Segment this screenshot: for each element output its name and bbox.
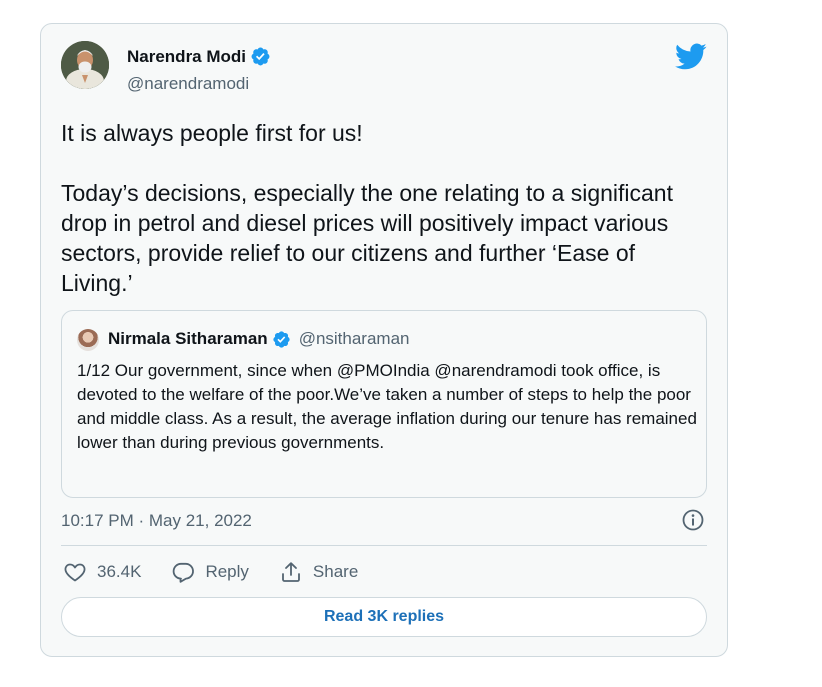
quoted-tweet[interactable]: Nirmala Sitharaman @nsitharaman 1/12 Our… [61, 310, 707, 498]
tweet-timestamp[interactable]: 10:17 PM · May 21, 2022 [61, 511, 252, 531]
quoted-author-avatar [77, 329, 99, 351]
tweet-embed-card[interactable]: Narendra Modi @narendramodi It is always… [40, 23, 728, 657]
like-button[interactable]: 36.4K [63, 560, 141, 584]
share-label: Share [312, 562, 359, 581]
heart-icon [64, 563, 86, 582]
read-replies-label: Read 3K replies [323, 608, 445, 625]
author-avatar[interactable] [61, 41, 109, 89]
quoted-tweet-text: 1/12 Our government, since when @PMOIndi… [77, 361, 697, 452]
divider [61, 545, 707, 546]
share-button[interactable]: Share [279, 560, 358, 584]
verified-badge-icon [251, 47, 270, 66]
action-bar: 36.4K Reply Share [63, 560, 388, 584]
share-icon [282, 562, 300, 582]
read-replies-button[interactable]: Read 3K replies [61, 597, 707, 637]
author-handle[interactable]: @narendramodi [127, 74, 249, 94]
author-name[interactable]: Narendra Modi [127, 47, 246, 67]
verified-badge-icon [273, 330, 290, 348]
reply-button[interactable]: Reply [171, 560, 249, 584]
like-count: 36.4K [97, 562, 142, 581]
info-icon[interactable] [681, 508, 705, 532]
twitter-bird-icon[interactable] [675, 40, 707, 72]
quoted-author-handle: @nsitharaman [298, 329, 410, 348]
reply-bubble-icon [173, 562, 195, 583]
tweet-text: It is always people first for us! Today’… [61, 120, 673, 296]
quoted-author-name: Nirmala Sitharaman [108, 329, 268, 348]
reply-label: Reply [205, 562, 249, 581]
